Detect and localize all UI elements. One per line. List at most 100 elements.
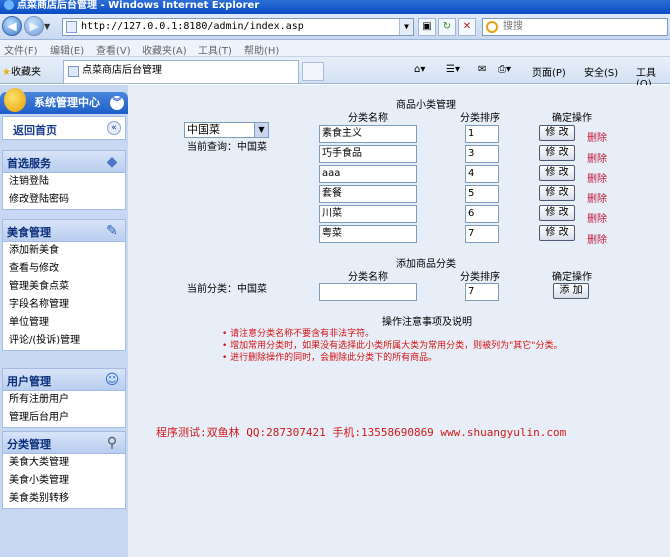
forward-button[interactable]: ▶ xyxy=(24,16,44,36)
history-dropdown-icon[interactable]: ▼ xyxy=(44,22,50,31)
delete-link[interactable]: 删除 xyxy=(587,170,607,185)
menu-view[interactable]: 查看(V) xyxy=(96,42,131,57)
col-order-header: 分类排序 xyxy=(460,113,500,124)
favorites-star-icon: ★ xyxy=(2,67,11,78)
order-input[interactable]: 6 xyxy=(465,205,499,223)
window-title-bar: 点菜商店后台管理 - Windows Internet Explorer xyxy=(0,0,670,14)
edit-icon: ✎ xyxy=(106,223,118,239)
delete-link[interactable]: 删除 xyxy=(587,150,607,165)
name-input[interactable]: 巧手食品 xyxy=(319,145,417,163)
col-action-header: 确定操作 xyxy=(552,113,592,124)
add-col-action-header: 确定操作 xyxy=(552,272,592,283)
favorites-button[interactable]: ★收藏夹 xyxy=(2,63,41,78)
sidebar-item-comments[interactable]: 评论/(投诉)管理 xyxy=(3,332,125,350)
menu-favorites[interactable]: 收藏夹(A) xyxy=(142,42,187,57)
chevron-down-icon: ▼ xyxy=(254,123,268,137)
new-tab-button[interactable] xyxy=(302,62,324,81)
compat-view-icon[interactable]: ▣ xyxy=(418,18,436,36)
address-toolbar: ◀ ▶ ▼ http://127.0.0.1:8180/admin/index.… xyxy=(0,14,670,40)
add-title: 添加商品分类 xyxy=(396,259,456,270)
collapse-icon[interactable]: « xyxy=(107,121,121,135)
menu-file[interactable]: 文件(F) xyxy=(4,42,38,57)
search-engine-icon xyxy=(486,21,498,33)
name-input[interactable]: 套餐 xyxy=(319,185,417,203)
tab-admin[interactable]: 点菜商店后台管理 xyxy=(63,60,299,83)
main-panel: 商品小类管理 分类名称 分类排序 确定操作 中国菜 ▼ 当前查询：中国菜 素食主… xyxy=(142,85,670,557)
address-bar[interactable]: http://127.0.0.1:8180/admin/index.asp ▼ xyxy=(62,18,414,36)
refresh-icon[interactable]: ↻ xyxy=(438,18,456,36)
order-input[interactable]: 4 xyxy=(465,165,499,183)
sidebar-item-order-manage[interactable]: 管理美食点菜 xyxy=(3,278,125,296)
menu-help[interactable]: 帮助(H) xyxy=(244,42,279,57)
delete-link[interactable]: 删除 xyxy=(587,210,607,225)
modify-button[interactable]: 修 改 xyxy=(539,205,575,221)
sidebar-item-category-transfer[interactable]: 美食类别转移 xyxy=(3,490,125,508)
mail-icon[interactable]: ✉ xyxy=(478,64,486,75)
menu-edit[interactable]: 编辑(E) xyxy=(50,42,84,57)
current-query: 当前查询：中国菜 xyxy=(187,142,267,153)
add-button[interactable]: 添 加 xyxy=(553,283,589,299)
feeds-icon[interactable]: ☰▾ xyxy=(446,64,460,75)
current-category: 当前分类：中国菜 xyxy=(187,284,267,295)
order-input[interactable]: 1 xyxy=(465,125,499,143)
category-select[interactable]: 中国菜 ▼ xyxy=(184,122,269,138)
shopping-icon: ◆ xyxy=(106,154,118,170)
group-category-management: 分类管理 ⚲ 美食大类管理 美食小类管理 美食类别转移 xyxy=(2,431,126,509)
address-text: http://127.0.0.1:8180/admin/index.asp xyxy=(81,21,304,32)
modify-button[interactable]: 修 改 xyxy=(539,125,575,141)
stop-icon[interactable]: ✕ xyxy=(458,18,476,36)
group-header[interactable]: 用户管理 ☺ xyxy=(3,369,125,391)
back-button[interactable]: ◀ xyxy=(2,16,22,36)
modify-button[interactable]: 修 改 xyxy=(539,145,575,161)
modify-button[interactable]: 修 改 xyxy=(539,185,575,201)
order-input[interactable]: 3 xyxy=(465,145,499,163)
group-header[interactable]: 分类管理 ⚲ xyxy=(3,432,125,454)
sidebar-item-admin-users[interactable]: 管理后台用户 xyxy=(3,409,125,427)
group-header[interactable]: 美食管理 ✎ xyxy=(3,220,125,242)
group-preferred-services: 首选服务 ◆ 注销登陆 修改登陆密码 xyxy=(2,150,126,210)
sidebar-item-units[interactable]: 单位管理 xyxy=(3,314,125,332)
modify-button[interactable]: 修 改 xyxy=(539,225,575,241)
group-user-management: 用户管理 ☺ 所有注册用户 管理后台用户 xyxy=(2,368,126,428)
print-icon[interactable]: ⎙▾ xyxy=(498,64,511,75)
ie-icon xyxy=(4,0,14,10)
name-input[interactable]: aaa xyxy=(319,165,417,183)
sidebar: 系统管理中心 ︾ 返回首页 « 首选服务 ◆ 注销登陆 修改登陆密码 美食管理 … xyxy=(0,85,128,557)
delete-link[interactable]: 删除 xyxy=(587,129,607,144)
sidebar-item-change-password[interactable]: 修改登陆密码 xyxy=(3,191,125,209)
tab-page-icon xyxy=(68,66,79,77)
order-input[interactable]: 5 xyxy=(465,185,499,203)
menu-tools[interactable]: 工具(T) xyxy=(198,42,232,57)
new-category-name-input[interactable] xyxy=(319,283,417,301)
delete-link[interactable]: 删除 xyxy=(587,190,607,205)
sidebar-item-sub-category[interactable]: 美食小类管理 xyxy=(3,472,125,490)
name-input[interactable]: 川菜 xyxy=(319,205,417,223)
search-input[interactable]: 搜搜 xyxy=(482,18,668,36)
name-input[interactable]: 素食主义 xyxy=(319,125,417,143)
sidebar-item-main-category[interactable]: 美食大类管理 xyxy=(3,454,125,472)
group-title: 首选服务 xyxy=(7,157,51,170)
sidebar-item-logout[interactable]: 注销登陆 xyxy=(3,173,125,191)
delete-link[interactable]: 删除 xyxy=(587,231,607,246)
tab-title: 点菜商店后台管理 xyxy=(82,65,162,76)
new-category-order-input[interactable]: 7 xyxy=(465,283,499,301)
address-dropdown-icon[interactable]: ▼ xyxy=(399,19,413,35)
user-icon: ☺ xyxy=(104,372,120,388)
sidebar-item-view-modify[interactable]: 查看与修改 xyxy=(3,260,125,278)
group-header[interactable]: 首选服务 ◆ xyxy=(3,151,125,173)
name-input[interactable]: 粤菜 xyxy=(319,225,417,243)
sidebar-item-add-food[interactable]: 添加新美食 xyxy=(3,242,125,260)
order-input[interactable]: 7 xyxy=(465,225,499,243)
collapse-all-icon[interactable]: ︾ xyxy=(110,96,124,110)
modify-button[interactable]: 修 改 xyxy=(539,165,575,181)
sidebar-item-field-names[interactable]: 字段名称管理 xyxy=(3,296,125,314)
safety-menu[interactable]: 安全(S) xyxy=(584,64,618,79)
sidebar-item-all-users[interactable]: 所有注册用户 xyxy=(3,391,125,409)
home-icon[interactable]: ⌂▾ xyxy=(414,64,425,75)
group-title: 分类管理 xyxy=(7,438,51,451)
add-col-order-header: 分类排序 xyxy=(460,272,500,283)
page-menu[interactable]: 页面(P) xyxy=(532,64,566,79)
group-title: 美食管理 xyxy=(7,226,51,239)
home-link[interactable]: 返回首页 « xyxy=(2,116,126,140)
add-col-name-header: 分类名称 xyxy=(348,272,388,283)
